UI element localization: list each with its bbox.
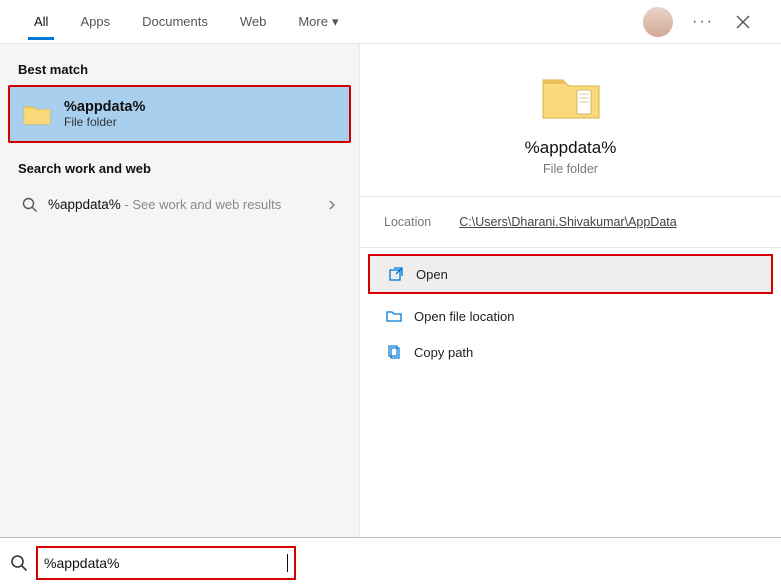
location-path[interactable]: C:\Users\Dharani.Shivakumar\AppData [459,215,676,229]
tab-more-label: More [298,14,328,29]
search-bar [0,537,781,587]
work-web-heading: Search work and web [8,143,351,182]
folder-icon [22,100,52,128]
tab-web[interactable]: Web [226,4,281,39]
search-input[interactable] [44,555,287,571]
folder-open-icon [386,308,402,324]
best-match-item[interactable]: %appdata% File folder [8,85,351,143]
tabs-bar: All Apps Documents Web More ▾ ··· [0,0,781,44]
action-open[interactable]: Open [368,254,773,294]
results-pane: Best match %appdata% File folder Search … [0,44,360,537]
best-match-heading: Best match [8,58,351,85]
action-open-label: Open [416,267,448,282]
open-icon [388,266,404,282]
search-icon [22,197,38,213]
preview-subtitle: File folder [543,162,598,176]
chevron-right-icon [327,200,337,210]
tab-documents[interactable]: Documents [128,4,222,39]
web-result-left: %appdata% - See work and web results [22,196,281,214]
web-result-name: %appdata% [48,197,121,212]
best-match-subtitle: File folder [64,115,145,129]
preview-title: %appdata% [525,138,617,158]
copy-icon [386,344,402,360]
preview-header: %appdata% File folder [360,44,781,196]
location-row: Location C:\Users\Dharani.Shivakumar\App… [360,197,781,247]
folder-large-icon [539,68,603,124]
web-result-text: %appdata% - See work and web results [48,196,281,214]
search-input-wrapper[interactable] [36,546,296,580]
tab-apps[interactable]: Apps [66,4,124,39]
action-open-location[interactable]: Open file location [368,298,773,334]
action-open-location-label: Open file location [414,309,514,324]
search-icon [10,554,28,572]
main-area: Best match %appdata% File folder Search … [0,44,781,537]
avatar[interactable] [643,7,673,37]
tab-more[interactable]: More ▾ [284,4,352,40]
best-match-title: %appdata% [64,99,145,115]
location-label: Location [384,215,431,229]
preview-pane: %appdata% File folder Location C:\Users\… [360,44,781,537]
actions-list: Open Open file location Copy path [360,248,781,376]
close-icon [736,15,750,29]
close-button[interactable] [725,4,761,40]
more-options-button[interactable]: ··· [685,4,721,40]
best-match-text: %appdata% File folder [64,99,145,129]
chevron-down-icon: ▾ [332,14,339,30]
tab-all[interactable]: All [20,4,62,39]
action-copy-path-label: Copy path [414,345,473,360]
action-copy-path[interactable]: Copy path [368,334,773,370]
web-result-sub: - See work and web results [121,197,281,212]
text-caret [287,554,288,572]
web-result-item[interactable]: %appdata% - See work and web results [8,182,351,228]
